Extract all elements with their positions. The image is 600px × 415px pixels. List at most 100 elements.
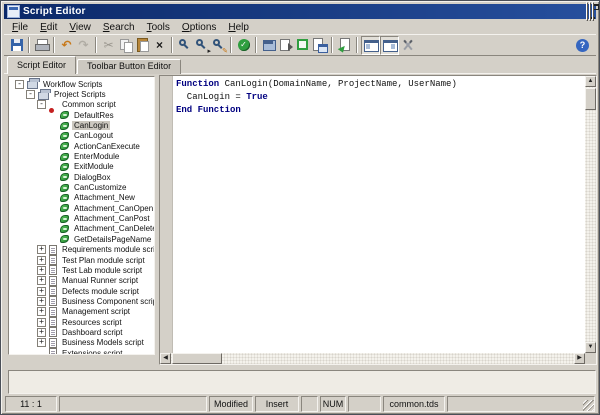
tree-item-test-plan-module-script[interactable]: +Test Plan module script [9,255,154,265]
horizontal-scroll-thumb[interactable] [172,353,222,364]
tree-item-label: Manual Runner script [60,276,140,285]
tab-toolbar-button-editor[interactable]: Toolbar Button Editor [77,59,181,74]
function-icon [60,153,69,161]
expand-icon[interactable]: + [37,297,46,306]
archive-button[interactable] [294,36,311,54]
tree-item-attachment-candelete[interactable]: Attachment_CanDelete [9,224,154,234]
tree-item-business-component-script[interactable]: +Business Component script [9,296,154,306]
expand-icon[interactable]: + [37,328,46,337]
expand-icon[interactable]: + [37,245,46,254]
tree-item-label: Attachment_CanPost [72,214,152,223]
send-to-button[interactable] [277,36,294,54]
cut-button[interactable]: ✂ [100,36,117,54]
syntax-check-button[interactable]: ✓ [235,36,252,54]
undo-button[interactable]: ↶ [58,36,75,54]
tree-item-dashboard-script[interactable]: +Dashboard script [9,327,154,337]
new-window-button[interactable] [311,36,328,54]
menu-file[interactable]: File [6,21,34,34]
tree-item-project-scripts[interactable]: -Project Scripts [9,89,154,99]
expand-icon[interactable]: + [37,307,46,316]
scroll-left-button[interactable]: ◀ [160,353,171,364]
toggle-tree-pane-button[interactable] [380,36,399,55]
tree-item-defects-module-script[interactable]: + Defects module script [9,286,154,296]
tree-item-actioncanexecute[interactable]: ActionCanExecute [9,141,154,151]
menu-edit[interactable]: Edit [34,21,63,34]
editor-vertical-scrollbar[interactable]: ▲ ▼ [585,76,596,353]
collapse-icon[interactable]: - [15,80,24,89]
tree-item-requirements-module-script[interactable]: +Requirements module script [9,245,154,255]
toggle-editor-pane-button[interactable] [361,36,380,55]
expand-icon[interactable]: + [37,266,46,275]
tree-item-workflow-scripts[interactable]: -Workflow Scripts [9,79,154,89]
tree-item-extensions-script[interactable]: Extensions script [9,348,154,355]
close-button[interactable] [592,2,594,21]
tree-item-management-script[interactable]: +Management script [9,307,154,317]
save-button[interactable] [8,36,25,54]
tree-item-label: EnterModule [72,152,121,161]
toolbar-separator [331,37,333,53]
tree-item-canlogin[interactable]: CanLogin [9,120,154,130]
copy-button[interactable] [117,36,134,54]
tree-item-cancustomize[interactable]: CanCustomize [9,182,154,192]
find-button[interactable] [176,36,193,54]
expand-icon[interactable]: + [37,318,46,327]
tree-item-business-models-script[interactable]: +Business Models script [9,338,154,348]
replace-button[interactable]: ✎ [210,36,227,54]
tree-item-exitmodule[interactable]: ExitModule [9,162,154,172]
menu-tools[interactable]: Tools [141,21,176,34]
menu-bar: FileEditViewSearchToolsOptionsHelp [4,20,596,34]
script-document-icon [49,276,57,286]
tree-item-label: Attachment_CanDelete [72,224,155,233]
tree-item-dialogbox[interactable]: DialogBox [9,172,154,182]
status-cell-status-spacer-4 [447,396,595,412]
collapse-icon[interactable]: - [37,100,46,109]
resize-grip[interactable] [583,400,594,411]
paste-button[interactable] [134,36,151,54]
editor-horizontal-scrollbar[interactable]: ◀ ▶ [160,353,585,364]
menu-view[interactable]: View [63,21,97,34]
tree-item-test-lab-module-script[interactable]: +Test Lab module script [9,265,154,275]
function-icon [60,184,69,192]
tree-item-manual-runner-script[interactable]: + Manual Runner script [9,276,154,286]
tree-item-entermodule[interactable]: EnterModule [9,151,154,161]
field-window-button[interactable] [260,36,277,54]
menu-options[interactable]: Options [176,21,222,34]
message-panel [8,370,596,394]
tree-item-label: Defects module script [60,287,141,296]
script-document-icon [49,245,57,255]
minimize-button[interactable] [586,2,588,21]
find-next-button[interactable]: ▸ [193,36,210,54]
tree-item-attachment-canopen[interactable]: Attachment_CanOpen [9,203,154,213]
toolbar-separator [53,37,55,53]
redo-button[interactable]: ↷ [75,36,92,54]
scroll-down-button[interactable]: ▼ [585,342,596,353]
code-area[interactable]: Function CanLogin(DomainName, ProjectNam… [176,78,583,351]
vertical-scroll-thumb[interactable] [585,88,596,110]
tree-item-attachment-canpost[interactable]: Attachment_CanPost [9,213,154,223]
customize-icon [400,37,416,53]
tab-script-editor[interactable]: Script Editor [7,56,76,74]
scroll-right-button[interactable]: ▶ [574,353,585,364]
tree-item-canlogout[interactable]: CanLogout [9,131,154,141]
help-button[interactable]: ? [576,39,589,52]
maximize-button[interactable] [589,2,591,21]
tree-item-label: Attachment_New [72,193,137,202]
menu-search[interactable]: Search [97,21,141,34]
tree-item-resources-script[interactable]: +Resources script [9,317,154,327]
collapse-icon[interactable]: - [26,90,35,99]
expand-icon[interactable]: + [37,256,46,265]
customize-button[interactable] [399,36,416,54]
tree-item-getdetailspagename[interactable]: GetDetailsPageName [9,234,154,244]
tree-item-common-script[interactable]: -Common script [9,100,154,110]
content-pane: -Workflow Scripts-Project Scripts-Common… [4,73,596,411]
validate-script-button[interactable] [336,36,353,54]
expand-icon[interactable]: + [37,276,46,285]
scroll-up-button[interactable]: ▲ [585,76,596,87]
expand-icon[interactable]: + [37,338,46,347]
menu-help[interactable]: Help [222,21,255,34]
print-button[interactable] [33,36,50,54]
delete-button[interactable]: × [151,36,168,54]
tree-item-defaultres[interactable]: DefaultRes [9,110,154,120]
expand-icon[interactable]: + [37,287,46,296]
tree-item-attachment-new[interactable]: Attachment_New [9,193,154,203]
